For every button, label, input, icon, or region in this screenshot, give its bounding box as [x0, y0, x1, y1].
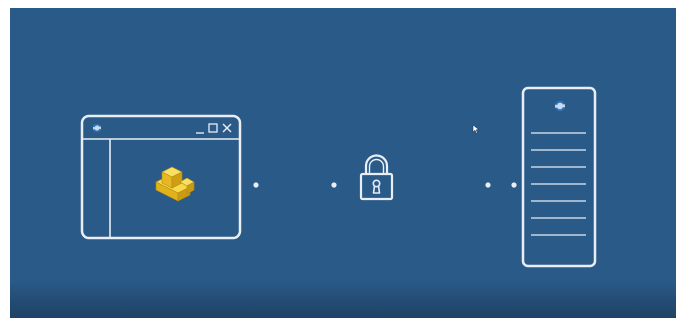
screen: [0, 0, 686, 320]
padlock-icon: [359, 154, 394, 201]
server-panel-frame: [521, 86, 597, 268]
mouse-pointer-icon: [472, 124, 480, 134]
connection-dot: [253, 182, 259, 188]
app-logo-icon: [555, 100, 565, 112]
server-panel: [521, 86, 597, 268]
connection-dot: [511, 182, 517, 188]
client-window: [80, 114, 242, 240]
connection-dot: [485, 182, 491, 188]
secure-connection-illustration: [10, 8, 676, 318]
server-list-lines: [531, 132, 586, 236]
maximize-icon[interactable]: [208, 123, 218, 133]
client-window-frame: [80, 114, 242, 240]
connection-dot: [331, 182, 337, 188]
building-blocks-icon: [155, 166, 195, 202]
close-icon[interactable]: [222, 123, 232, 133]
illustration-canvas: [80, 86, 597, 268]
app-logo-icon: [93, 123, 101, 133]
